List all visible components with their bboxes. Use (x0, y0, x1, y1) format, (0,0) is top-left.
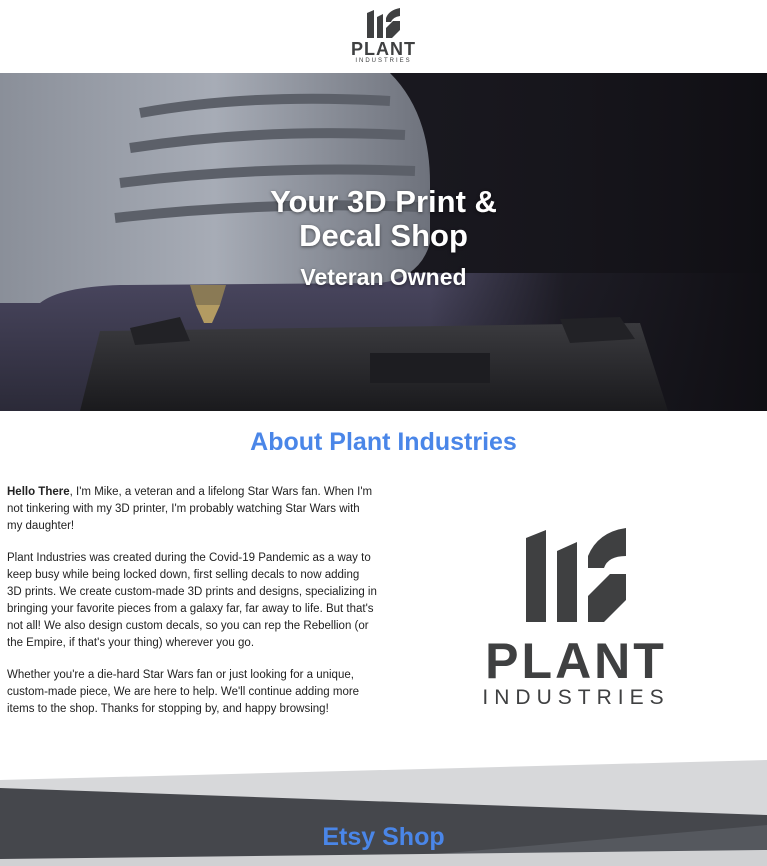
plant-industries-logo: PLANT INDUSTRIES (482, 528, 669, 708)
site-header: PLANT INDUSTRIES (0, 0, 767, 73)
header-logo-sub: INDUSTRIES (355, 58, 412, 64)
etsy-shop-heading: Etsy Shop (322, 823, 445, 851)
about-text: Hello There, I'm Mike, a veteran and a l… (7, 484, 377, 733)
hero-title: Your 3D Print & Decal Shop (270, 184, 497, 253)
hero-text: Your 3D Print & Decal Shop Veteran Owned (0, 185, 767, 291)
plant-industries-logo-icon (526, 528, 626, 622)
plant-industries-logo-icon (366, 8, 400, 38)
about-intro-bold: Hello There (7, 486, 70, 498)
logo-word: PLANT (485, 633, 667, 689)
header-logo[interactable]: PLANT INDUSTRIES (351, 8, 416, 65)
hero-banner: Your 3D Print & Decal Shop Veteran Owned (0, 73, 767, 411)
logo-sub: INDUSTRIES (482, 686, 669, 708)
about-intro-paragraph: Hello There, I'm Mike, a veteran and a l… (7, 484, 377, 535)
page: PLANT INDUSTRIES Your 3D Print & Decal S… (0, 0, 767, 866)
about-paragraph-2: Plant Industries was created during the … (7, 552, 377, 649)
about-heading: About Plant Industries (250, 428, 517, 456)
header-logo-word: PLANT (351, 39, 416, 59)
hero-subtitle: Veteran Owned (300, 264, 467, 290)
about-paragraph-3: Whether you're a die-hard Star Wars fan … (7, 669, 360, 715)
